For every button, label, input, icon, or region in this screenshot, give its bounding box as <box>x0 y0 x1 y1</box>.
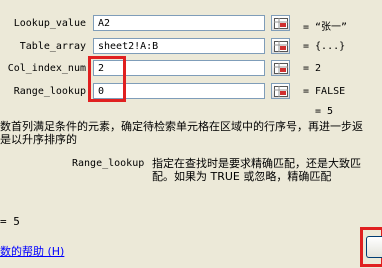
arg-result-col-index-num: = 2 <box>303 63 322 74</box>
function-description-line1: 数首列满足条件的元素，确定待检索单元格在区域中的行序号，再进一步返 <box>0 120 363 133</box>
arg-label-lookup-value: Lookup_value <box>13 18 86 29</box>
range-select-icon <box>274 18 288 29</box>
param-help-line1: 指定在查找时是要求精确匹配，还是大致匹 <box>152 157 361 170</box>
collapse-dialog-button[interactable] <box>271 83 290 99</box>
param-help-name: Range_lookup <box>72 158 145 169</box>
range-select-icon <box>274 86 288 97</box>
col-index-num-field[interactable]: 2 <box>93 60 265 76</box>
function-description-line2: 是以升序排序的 <box>0 133 77 146</box>
range-select-icon <box>274 41 288 52</box>
range-select-icon <box>274 63 288 74</box>
arg-label-table-array: Table_array <box>19 41 86 52</box>
arg-result-lookup-value: = “张一” <box>303 22 348 33</box>
function-help-link[interactable]: 数的帮助 (H) <box>0 243 64 259</box>
collapse-dialog-button[interactable] <box>271 15 290 31</box>
collapse-dialog-button[interactable] <box>271 60 290 76</box>
table-array-field[interactable]: sheet2!A:B <box>93 38 265 54</box>
formula-result: = 5 <box>0 215 20 228</box>
collapse-dialog-button[interactable] <box>271 38 290 54</box>
arg-label-range-lookup: Range_lookup <box>13 86 86 97</box>
range-lookup-field[interactable]: 0 <box>93 83 265 99</box>
arg-result-range-lookup: = FALSE <box>303 86 346 97</box>
arg-result-table-array: = {...} <box>303 41 346 52</box>
inline-result: = 5 <box>315 106 334 117</box>
lookup-value-field[interactable]: A2 <box>93 15 265 31</box>
arg-label-col-index-num: Col_index_num <box>7 63 86 74</box>
param-help-line2: 配。如果为 TRUE 或忽略，精确匹配 <box>152 170 332 183</box>
ok-button[interactable] <box>366 236 382 258</box>
